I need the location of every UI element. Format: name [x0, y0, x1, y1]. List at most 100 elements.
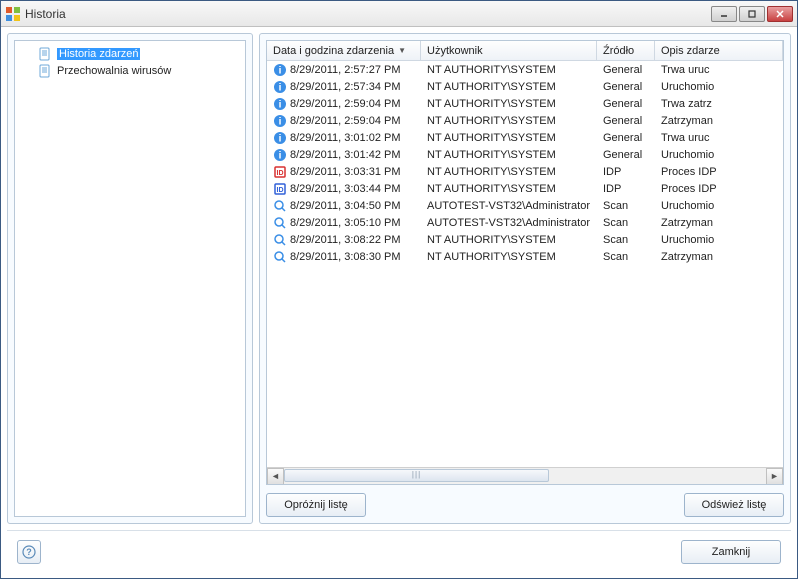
tree-item-0[interactable]: Historia zdarzeń	[17, 45, 243, 62]
cell-date: 8/29/2011, 2:57:27 PM	[290, 64, 401, 76]
table-row[interactable]: i 8/29/2011, 2:57:27 PM NT AUTHORITY\SYSTE…	[267, 61, 783, 78]
info-icon: i	[273, 148, 287, 162]
table-row[interactable]: 8/29/2011, 3:04:50 PMAUTOTEST-VST32\Admi…	[267, 197, 783, 214]
cell-source: IDP	[597, 166, 655, 178]
table-row[interactable]: 8/29/2011, 3:08:22 PMNT AUTHORITY\SYSTEM…	[267, 231, 783, 248]
cell-date: 8/29/2011, 2:59:04 PM	[290, 115, 401, 127]
cell-date: 8/29/2011, 3:05:10 PM	[290, 217, 401, 229]
cell-source: General	[597, 81, 655, 93]
cell-source: Scan	[597, 234, 655, 246]
table-row[interactable]: 8/29/2011, 3:05:10 PM AUTOTEST-VST32\Admi…	[267, 214, 783, 231]
list-body[interactable]: i 8/29/2011, 2:57:27 PM NT AUTHORITY\SYSTE…	[267, 61, 783, 467]
cell-user: NT AUTHORITY\SYSTEM	[421, 166, 597, 178]
panels: Historia zdarzeń Przechowalnia wirusów Da…	[7, 33, 791, 524]
cell-user: NT AUTHORITY\SYSTEM	[421, 98, 597, 110]
tree-item-1[interactable]: Przechowalnia wirusów	[17, 62, 243, 79]
search-icon	[273, 233, 287, 247]
tree-item-label: Przechowalnia wirusów	[57, 65, 171, 77]
cell-user: NT AUTHORITY\SYSTEM	[421, 115, 597, 127]
table-row[interactable]: i 8/29/2011, 2:59:04 PM NT AUTHORITY\SYSTE…	[267, 112, 783, 129]
scroll-right-button[interactable]: ►	[766, 468, 783, 485]
horizontal-scrollbar[interactable]: ◄ ►	[267, 467, 783, 484]
window-title: Historia	[25, 7, 711, 21]
cell-user: NT AUTHORITY\SYSTEM	[421, 64, 597, 76]
svg-text:ID: ID	[277, 170, 284, 177]
cell-date: 8/29/2011, 3:03:44 PM	[290, 183, 401, 195]
search-icon	[273, 250, 287, 264]
column-user[interactable]: Użytkownik	[421, 41, 597, 60]
cell-date: 8/29/2011, 3:01:42 PM	[290, 149, 401, 161]
help-button[interactable]: ?	[17, 540, 41, 564]
cell-description: Trwa uruc	[655, 132, 783, 144]
table-row[interactable]: i 8/29/2011, 2:57:34 PM NT AUTHORITY\SYSTE…	[267, 78, 783, 95]
cell-user: NT AUTHORITY\SYSTEM	[421, 81, 597, 93]
scroll-thumb[interactable]	[284, 469, 549, 482]
svg-text:i: i	[279, 82, 282, 93]
column-date[interactable]: Data i godzina zdarzenia▼	[267, 41, 421, 60]
sort-indicator-icon: ▼	[398, 46, 406, 55]
cell-user: NT AUTHORITY\SYSTEM	[421, 183, 597, 195]
close-button[interactable]	[767, 6, 793, 22]
empty-list-button[interactable]: Opróżnij listę	[266, 493, 366, 517]
close-window-button[interactable]: Zamknij	[681, 540, 781, 564]
cell-date: 8/29/2011, 3:01:02 PM	[290, 132, 401, 144]
cell-date: 8/29/2011, 2:59:04 PM	[290, 98, 401, 110]
info-icon: i	[273, 114, 287, 128]
table-row[interactable]: i8/29/2011, 2:59:04 PMNT AUTHORITY\SYSTE…	[267, 95, 783, 112]
app-icon	[5, 6, 21, 22]
refresh-list-button[interactable]: Odśwież listę	[684, 493, 784, 517]
table-row[interactable]: 8/29/2011, 3:08:30 PM NT AUTHORITY\SYSTEM…	[267, 248, 783, 265]
navigation-tree[interactable]: Historia zdarzeń Przechowalnia wirusów	[14, 40, 246, 517]
cell-description: Uruchomio	[655, 81, 783, 93]
window: Historia Historia zdarzeń Przechowalnia w…	[0, 0, 798, 579]
cell-description: Proces IDP	[655, 166, 783, 178]
column-source[interactable]: Źródło	[597, 41, 655, 60]
cell-description: Trwa zatrz	[655, 98, 783, 110]
cell-date: 8/29/2011, 3:04:50 PM	[290, 200, 401, 212]
cell-source: General	[597, 98, 655, 110]
cell-description: Uruchomio	[655, 234, 783, 246]
svg-text:i: i	[279, 65, 282, 76]
event-list: Data i godzina zdarzenia▼ Użytkownik Źró…	[266, 40, 784, 485]
titlebar[interactable]: Historia	[1, 1, 797, 27]
info-icon: i	[273, 63, 287, 77]
cell-date: 8/29/2011, 3:08:30 PM	[290, 251, 401, 263]
cell-description: Zatrzyman	[655, 115, 783, 127]
table-row[interactable]: i8/29/2011, 3:01:02 PMNT AUTHORITY\SYSTE…	[267, 129, 783, 146]
svg-text:ID: ID	[277, 187, 284, 194]
table-row[interactable]: i8/29/2011, 3:01:42 PMNT AUTHORITY\SYSTE…	[267, 146, 783, 163]
cell-source: Scan	[597, 200, 655, 212]
cell-description: Uruchomio	[655, 149, 783, 161]
cell-source: General	[597, 132, 655, 144]
scroll-left-button[interactable]: ◄	[267, 468, 284, 485]
cell-user: NT AUTHORITY\SYSTEM	[421, 251, 597, 263]
svg-text:i: i	[279, 116, 282, 127]
panel-buttons: Opróżnij listę Odśwież listę	[266, 493, 784, 517]
idp-red-icon: ID	[273, 165, 287, 179]
document-icon	[37, 63, 53, 79]
column-description[interactable]: Opis zdarze	[655, 41, 783, 60]
content-area: Historia zdarzeń Przechowalnia wirusów Da…	[1, 27, 797, 578]
cell-user: NT AUTHORITY\SYSTEM	[421, 234, 597, 246]
main-panel: Data i godzina zdarzenia▼ Użytkownik Źró…	[259, 33, 791, 524]
list-header: Data i godzina zdarzenia▼ Użytkownik Źró…	[267, 41, 783, 61]
table-row[interactable]: ID 8/29/2011, 3:03:44 PM NT AUTHORITY\SYST…	[267, 180, 783, 197]
scroll-track[interactable]	[284, 468, 766, 484]
cell-source: Scan	[597, 251, 655, 263]
idp-blue-icon: ID	[273, 182, 287, 196]
cell-user: NT AUTHORITY\SYSTEM	[421, 132, 597, 144]
cell-date: 8/29/2011, 3:03:31 PM	[290, 166, 401, 178]
cell-date: 8/29/2011, 2:57:34 PM	[290, 81, 401, 93]
minimize-button[interactable]	[711, 6, 737, 22]
info-icon: i	[273, 80, 287, 94]
help-icon: ?	[22, 545, 36, 559]
cell-user: AUTOTEST-VST32\Administrator	[421, 217, 597, 229]
cell-description: Uruchomio	[655, 200, 783, 212]
table-row[interactable]: ID 8/29/2011, 3:03:31 PM NT AUTHORITY\SYST…	[267, 163, 783, 180]
cell-source: General	[597, 64, 655, 76]
window-controls	[711, 6, 793, 22]
cell-description: Zatrzyman	[655, 217, 783, 229]
maximize-button[interactable]	[739, 6, 765, 22]
document-icon	[37, 46, 53, 62]
search-icon	[273, 216, 287, 230]
